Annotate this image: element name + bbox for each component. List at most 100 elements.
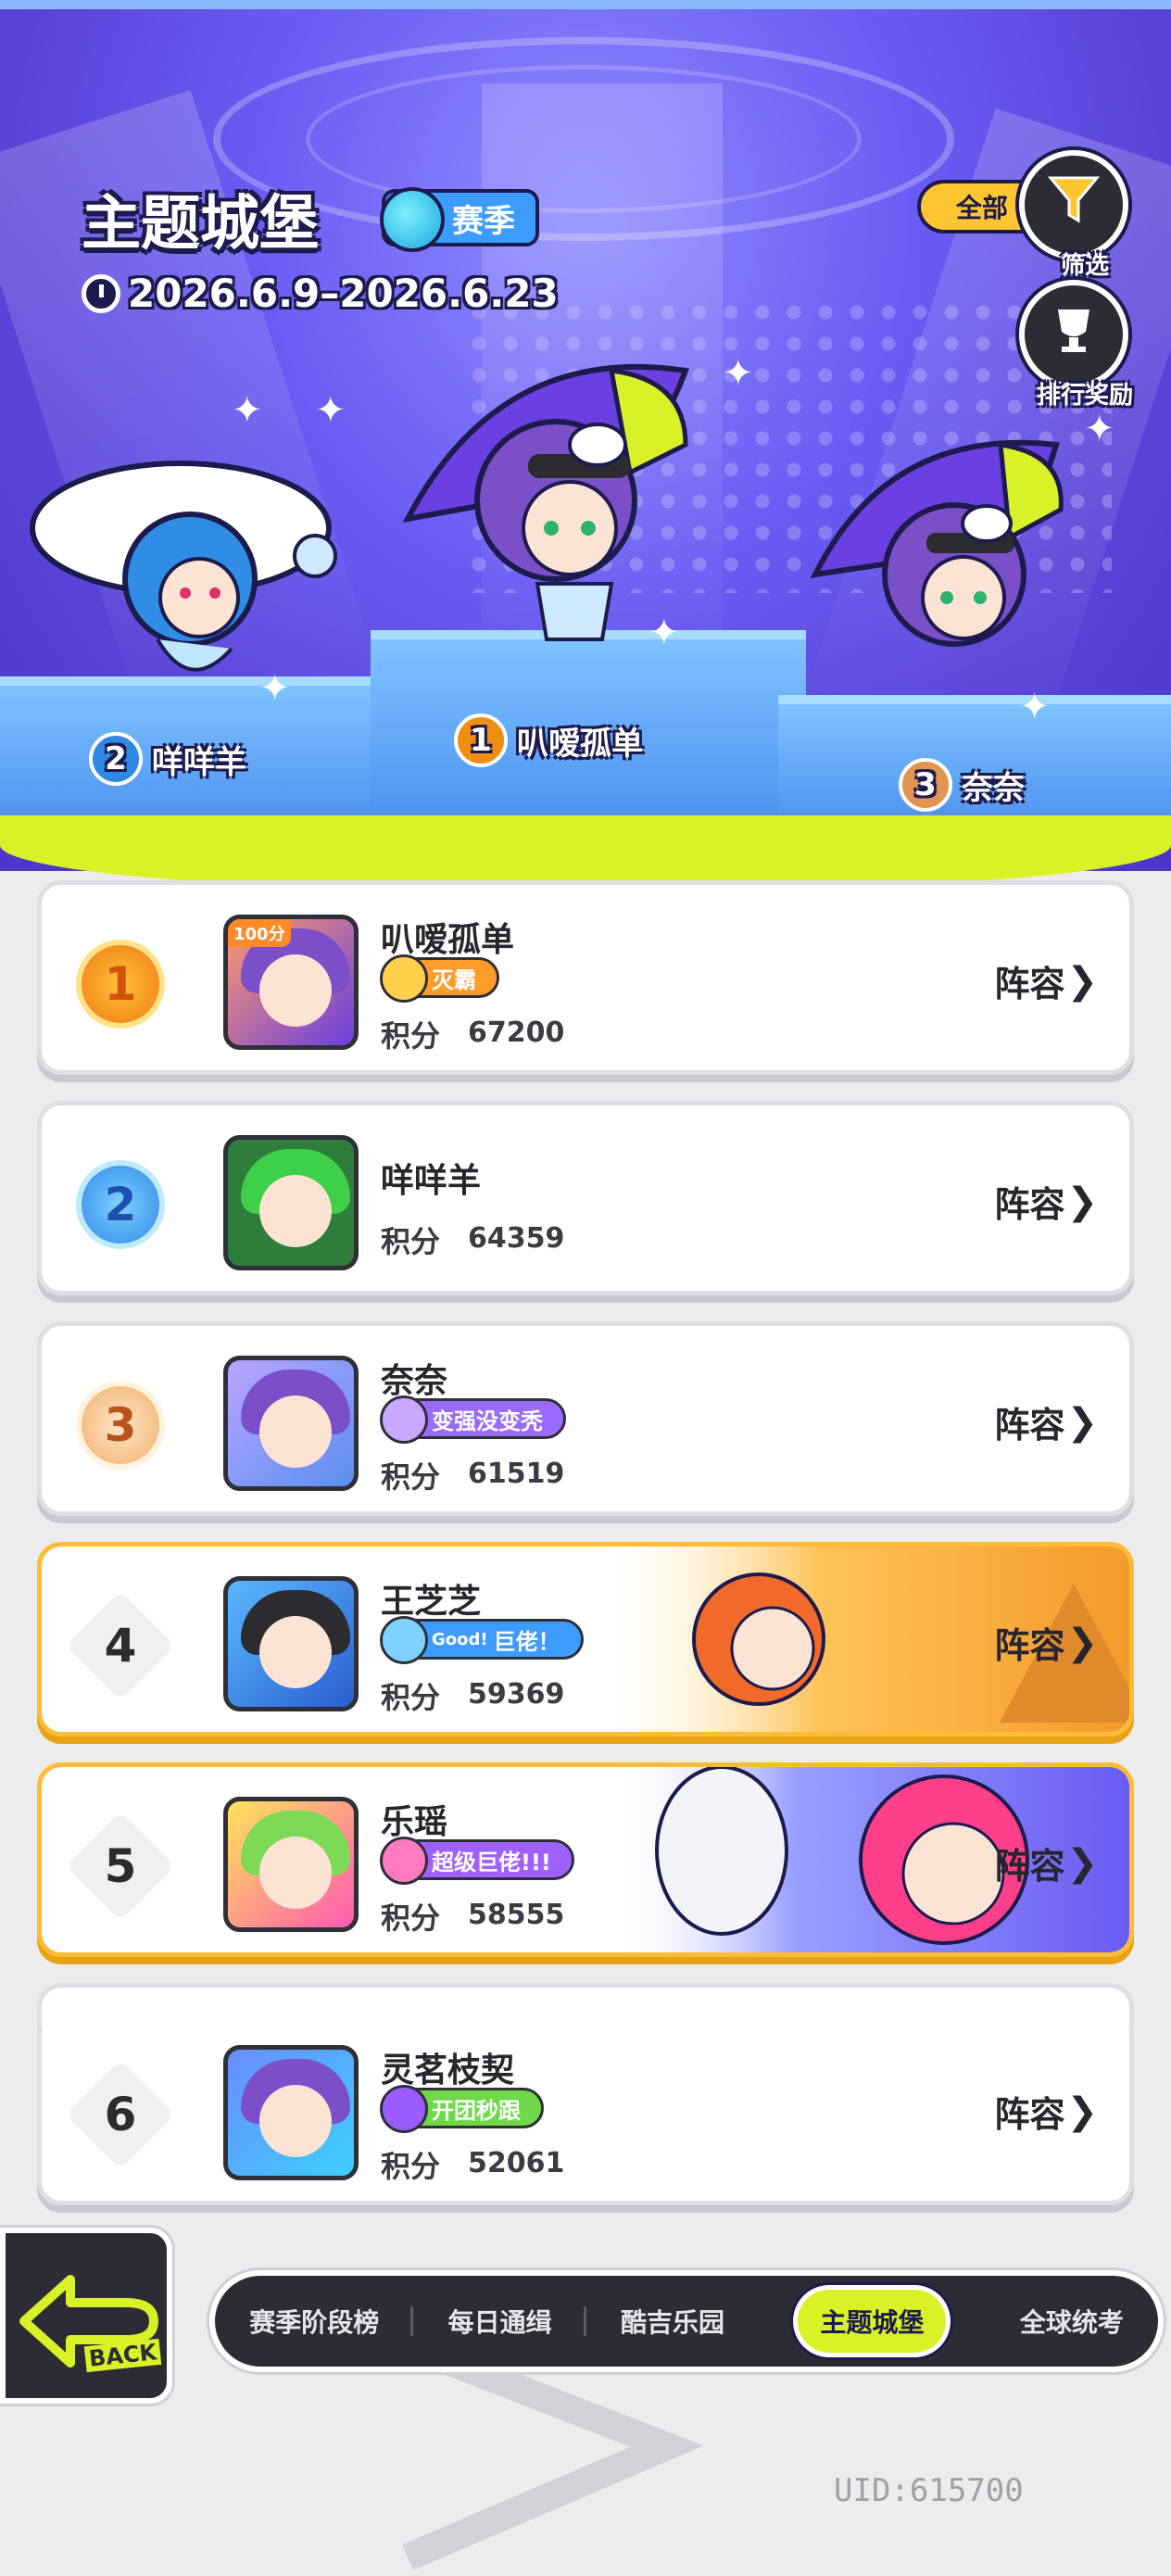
rank-2-medal-icon: 2: [76, 1160, 165, 1249]
title-tag: 变强没变秃: [380, 1395, 566, 1444]
top-strip: [0, 0, 1171, 9]
lineup-button-label: 阵容: [994, 1625, 1065, 1666]
table-row[interactable]: 5 乐瑶 超级巨佬!!! 积分 58555 阵容 ❯: [37, 1762, 1134, 1957]
rewards-button-label: 排行奖励: [1036, 382, 1133, 410]
lineup-button-label: 阵容: [994, 1405, 1065, 1446]
sparkle-icon: ✦: [723, 352, 754, 395]
table-row-self[interactable]: 6 灵茗枝契 开团秒跟 积分 52061 阵容 ❯: [37, 2011, 1134, 2205]
player-name: 乐瑶: [381, 1803, 448, 1841]
rank-medal: 2: [69, 1154, 171, 1256]
table-row[interactable]: 4 王芝芝 Good! 巨佬！ 积分 59369 阵容 ❯: [37, 1542, 1134, 1736]
chevron-right-icon: ❯: [1066, 1621, 1098, 1664]
rank-3-medal-icon: 3: [76, 1381, 165, 1470]
score-label: 积分: [381, 1459, 441, 1495]
rank-number: 5: [104, 1839, 137, 1893]
player-name: 王芝芝: [381, 1583, 482, 1621]
score-value: 59369: [468, 1678, 565, 1711]
score-value: 67200: [468, 1017, 565, 1049]
lineup-button[interactable]: 阵容 ❯: [994, 1837, 1098, 1888]
rank-3-badge-icon: 3: [899, 758, 952, 812]
lineup-button[interactable]: 阵容 ❯: [994, 1617, 1098, 1668]
avatar[interactable]: [223, 1797, 359, 1932]
avatar[interactable]: [223, 1135, 359, 1270]
fist-icon: [380, 1395, 428, 1444]
rank-medal: 3: [69, 1374, 171, 1476]
season-badge-label: 赛季: [452, 202, 515, 240]
date-range-text: 2026.6.9–2026.6.23: [128, 271, 559, 316]
score-value: 52061: [468, 2147, 565, 2179]
chevron-right-icon: ❯: [1066, 959, 1098, 1003]
clock-icon: [82, 273, 120, 313]
rank-number: 4: [104, 1619, 137, 1673]
champion-second-figure[interactable]: [19, 426, 361, 704]
table-row[interactable]: 3 奈奈 变强没变秃 积分 61519 阵容 ❯: [37, 1321, 1134, 1516]
podium-first-name: 叭嗳孤单: [517, 725, 643, 763]
chevron-right-icon: ❯: [1066, 1400, 1098, 1444]
title-tag-text: 巨佬！: [493, 1628, 560, 1655]
tab-theme-castle-label: 主题城堡: [793, 2285, 951, 2357]
page-title: 主题城堡: [82, 190, 319, 259]
rank-1-medal-icon: 1: [76, 940, 165, 1029]
title-tag-prefix: Good!: [432, 1629, 488, 1649]
tab-daily-wanted[interactable]: 每日通缉: [413, 2303, 587, 2340]
rank-diamond: 6: [65, 2059, 176, 2170]
rank-medal: 1: [69, 933, 171, 1035]
podium-second-label: 2 咩咩羊: [89, 732, 246, 786]
lineup-button[interactable]: 阵容 ❯: [994, 1396, 1098, 1447]
avatar[interactable]: [223, 1356, 359, 1491]
rank-1-badge-icon: 1: [454, 713, 508, 767]
score-value: 58555: [468, 1899, 565, 1931]
rank-2-badge-icon: 2: [89, 732, 143, 786]
slime-divider: [0, 815, 1171, 890]
podium-third-name: 奈奈: [962, 769, 1025, 807]
title-tag: Good! 巨佬！: [380, 1616, 584, 1664]
rank-diamond: 5: [65, 1811, 176, 1922]
date-range: 2026.6.9–2026.6.23: [82, 271, 559, 316]
avatar[interactable]: [223, 2045, 359, 2180]
score-label: 积分: [381, 2149, 441, 2184]
thumbs-up-icon: [380, 1616, 428, 1664]
running-icon: [380, 2085, 428, 2133]
rank-diamond: 4: [65, 1590, 176, 1701]
table-row[interactable]: 2 咩咩羊 积分 64359 阵容 ❯: [37, 1101, 1134, 1295]
sparkle-icon: ✦: [232, 389, 263, 432]
title-tag-text: 灭霸: [432, 966, 476, 993]
score-value: 61519: [468, 1458, 565, 1490]
trophy-icon: [1058, 309, 1089, 352]
avatar[interactable]: 100分: [223, 915, 359, 1050]
title-tag-text: 超级巨佬!!!: [432, 1849, 551, 1875]
score-label: 积分: [381, 1224, 441, 1259]
chevron-right-icon: ❯: [1066, 1841, 1098, 1885]
bottom-tab-bar: 赛季阶段榜 每日通缉 酷吉乐园 主题城堡 全球统考: [209, 2270, 1164, 2372]
podium-second-name: 咩咩羊: [152, 743, 246, 781]
ranking-rewards-button[interactable]: 排行奖励: [1019, 280, 1133, 410]
title-tag-text: 开团秒跟: [432, 2097, 521, 2124]
filter-button[interactable]: 筛选: [1019, 150, 1128, 280]
champion-third-figure[interactable]: [797, 417, 1102, 723]
lineup-button[interactable]: 阵容 ❯: [994, 2086, 1098, 2137]
sparkle-icon: ✦: [315, 389, 346, 432]
podium-first-label: 1 叭嗳孤单: [454, 713, 643, 767]
table-row[interactable]: 1 100分 叭嗳孤单 灭霸 积分 67200 阵容 ❯: [37, 880, 1134, 1075]
podium-third-label: 3 奈奈: [899, 758, 1025, 812]
tab-kuji-park[interactable]: 酷吉乐园: [586, 2303, 759, 2340]
sparkle-icon: ✦: [1084, 408, 1115, 450]
lineup-button[interactable]: 阵容 ❯: [994, 1176, 1098, 1227]
chevron-right-icon: ❯: [1066, 2090, 1098, 2133]
tab-theme-castle[interactable]: 主题城堡: [759, 2285, 985, 2357]
tab-season-stage[interactable]: 赛季阶段榜: [215, 2303, 414, 2340]
lineup-button-label: 阵容: [994, 1184, 1065, 1225]
tab-global-exam[interactable]: 全球统考: [986, 2303, 1158, 2340]
filter-icon: [1047, 176, 1101, 223]
champion-first-figure[interactable]: [389, 334, 778, 667]
hero-banner: ✦ ✦ ✦ ✦ ✦ ✦ ✦ 2 咩咩羊 1 叭嗳孤单 3 奈奈 主题城堡 赛季 …: [0, 0, 1171, 871]
back-button[interactable]: BACK: [0, 2228, 172, 2404]
lineup-button[interactable]: 阵容 ❯: [994, 955, 1098, 1006]
avatar-score-badge: 100分: [228, 919, 291, 947]
lineup-button-label: 阵容: [994, 2094, 1065, 2135]
user-id: UID:615700: [834, 2472, 1024, 2509]
avatar[interactable]: [223, 1576, 359, 1711]
player-name: 奈奈: [381, 1362, 448, 1400]
thumbs-up-icon: [380, 1837, 428, 1885]
score-label: 积分: [381, 1018, 441, 1054]
